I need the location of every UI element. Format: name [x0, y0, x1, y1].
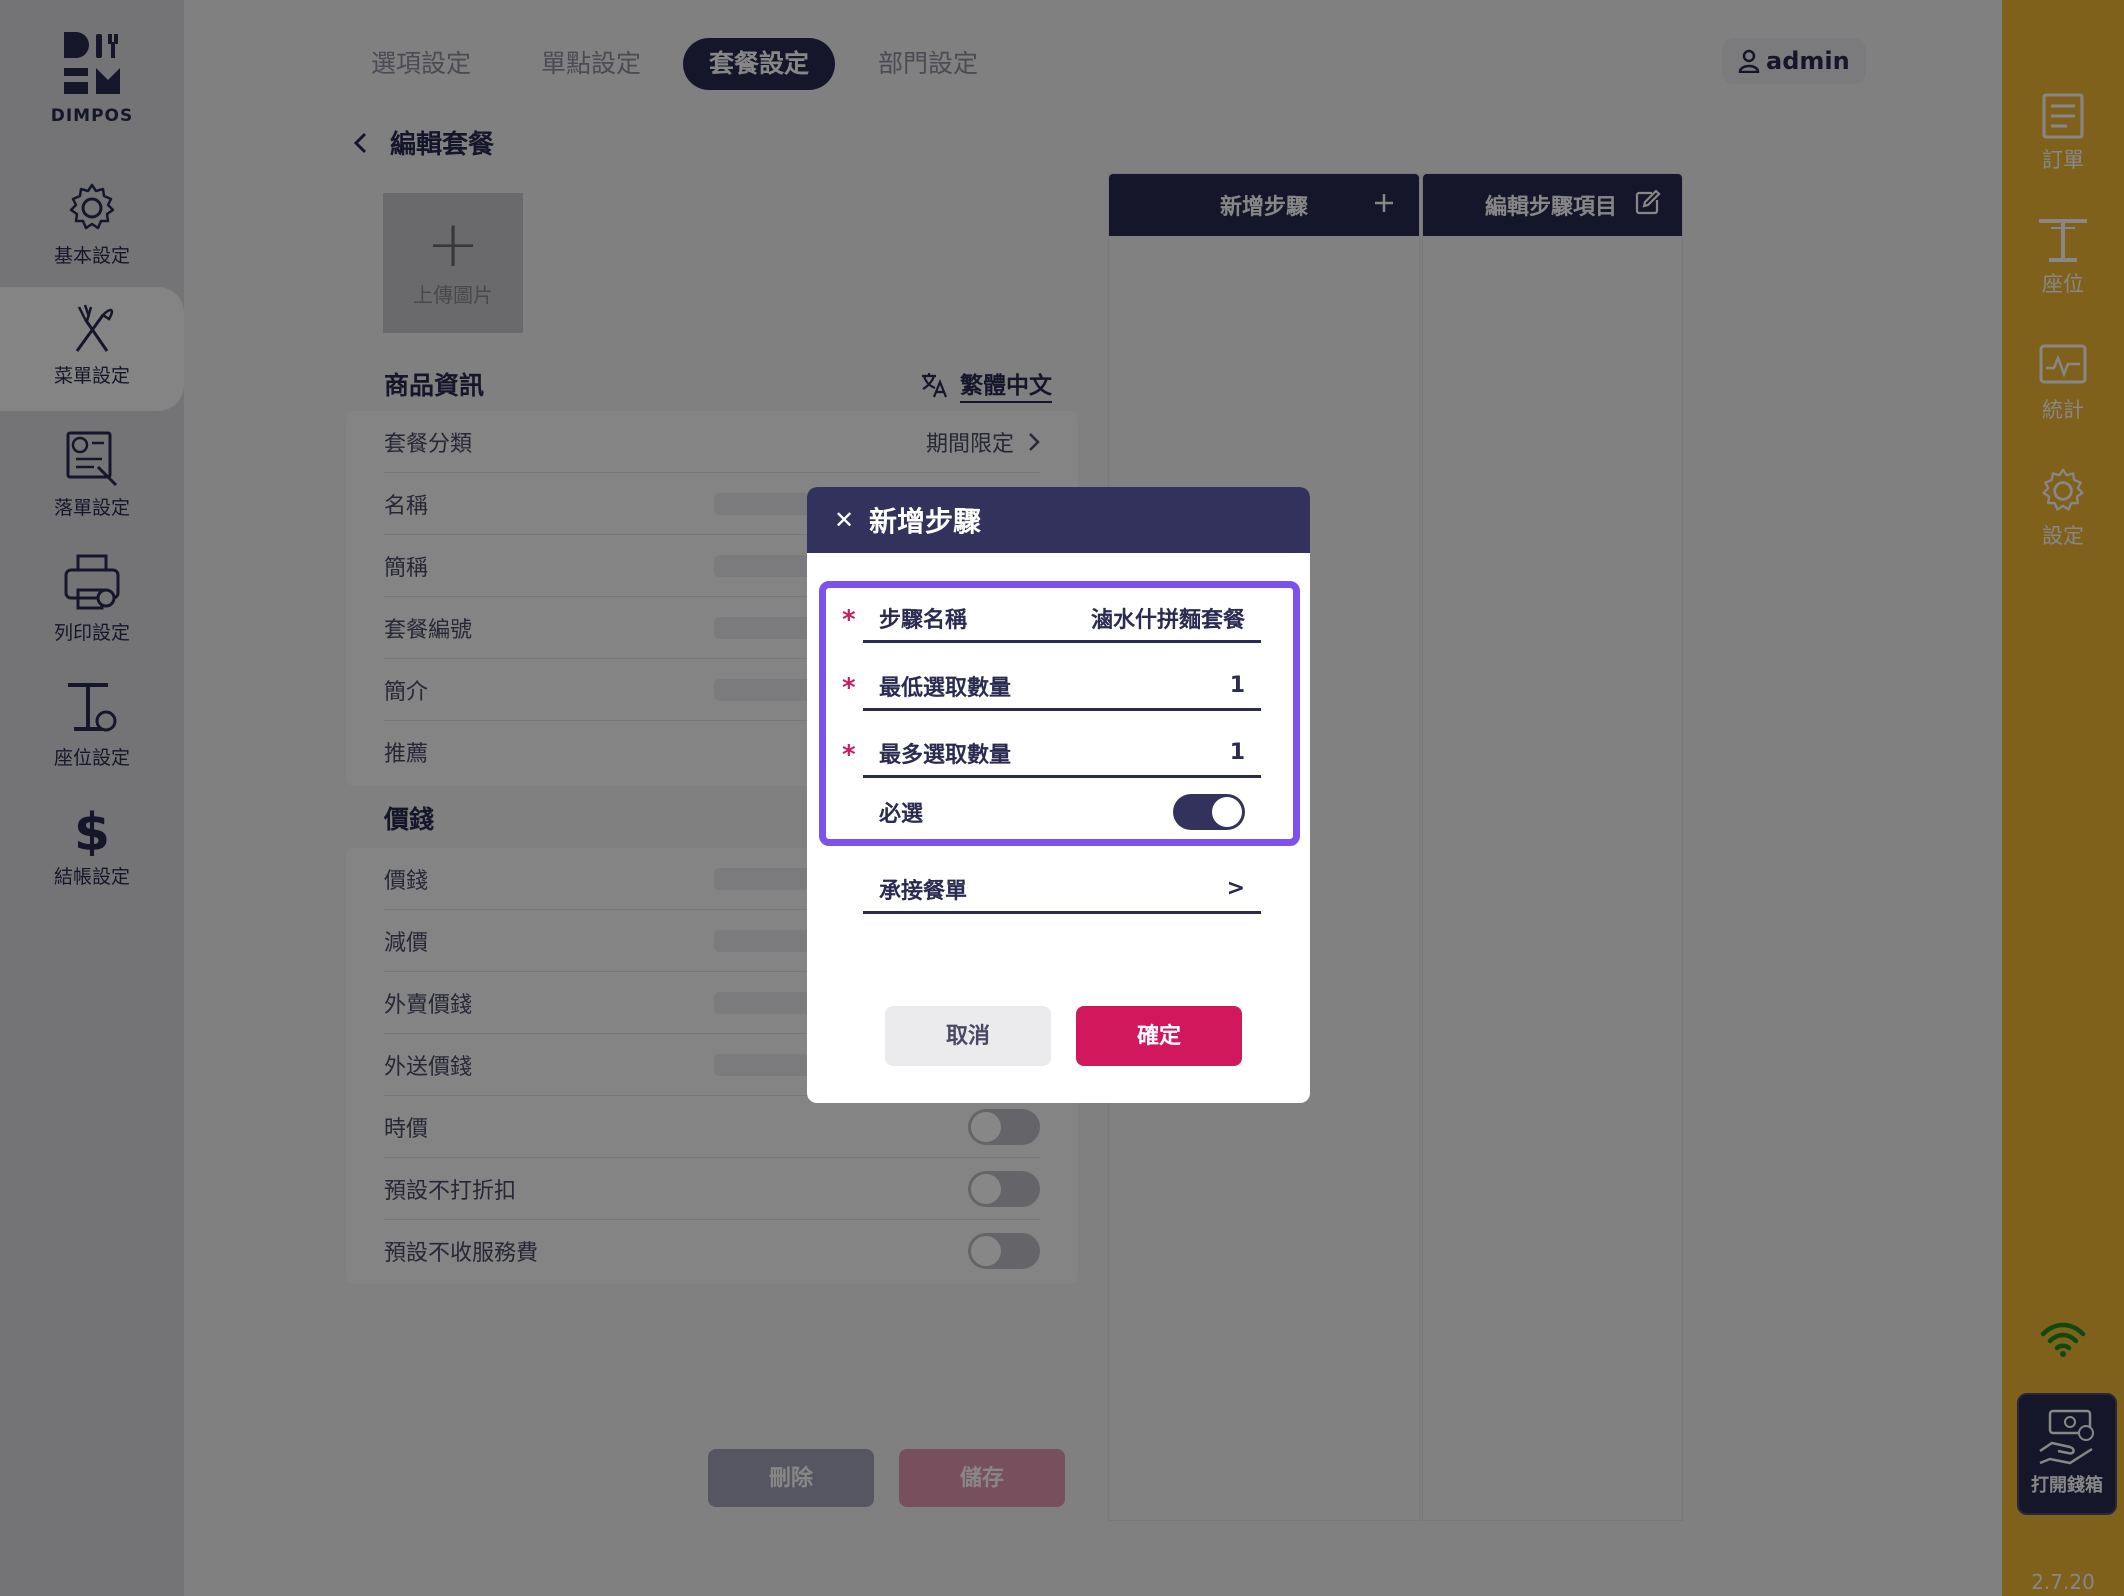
min-select-value[interactable]: 1: [1230, 673, 1245, 698]
field-label: 承接餐單: [879, 878, 968, 904]
field-label: 最低選取數量: [879, 675, 1012, 701]
chevron-right-icon: >: [1226, 876, 1245, 901]
field-label: 必選: [879, 802, 924, 827]
required-toggle[interactable]: [1173, 794, 1245, 830]
required-mark: *: [842, 673, 856, 703]
close-icon[interactable]: ✕: [827, 503, 861, 537]
field-label: 最多選取數量: [879, 742, 1012, 768]
max-select-field[interactable]: 最多選取數量 1: [863, 730, 1261, 778]
dialog-header: ✕ 新增步驟: [807, 487, 1310, 553]
required-toggle-row[interactable]: 必選: [863, 788, 1261, 836]
add-step-dialog: ✕ 新增步驟 * 步驟名稱 滷水什拼麵套餐 * 最低選取數量 1 * 最多選取數…: [807, 487, 1310, 1103]
required-mark: *: [842, 740, 856, 770]
cancel-button[interactable]: 取消: [885, 1006, 1051, 1066]
max-select-value[interactable]: 1: [1230, 740, 1245, 765]
confirm-button[interactable]: 確定: [1076, 1006, 1242, 1066]
dialog-title: 新增步驟: [869, 505, 982, 538]
field-label: 步驟名稱: [879, 607, 968, 633]
step-name-value[interactable]: 滷水什拼麵套餐: [1091, 602, 1245, 634]
step-name-field[interactable]: 步驟名稱 滷水什拼麵套餐: [863, 595, 1261, 643]
required-mark: *: [842, 605, 856, 635]
min-select-field[interactable]: 最低選取數量 1: [863, 663, 1261, 711]
carry-menu-field[interactable]: 承接餐單 >: [863, 866, 1261, 914]
